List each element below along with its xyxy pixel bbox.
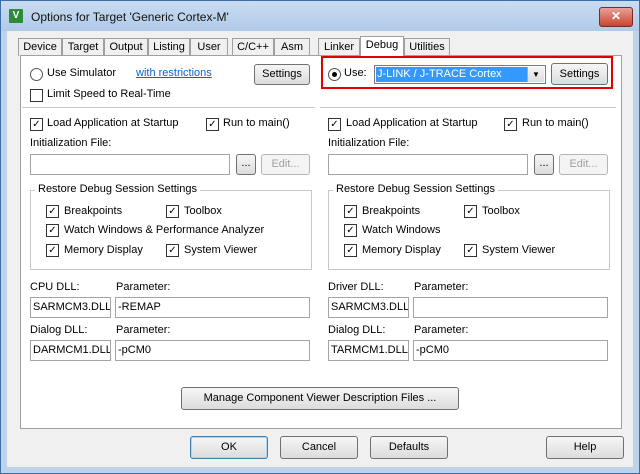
load-app-checkbox[interactable]: ✓ (30, 118, 43, 131)
debugger-select[interactable]: J-LINK / J-TRACE Cortex ▼ (374, 65, 546, 84)
check-icon: ✓ (168, 206, 177, 217)
dialog-param-input[interactable]: -pCM0 (413, 340, 608, 361)
breakpoints-label: Breakpoints (64, 205, 123, 217)
system-viewer-label: System Viewer (482, 244, 556, 256)
use-label: Use: (344, 67, 367, 79)
driver-param-label: Parameter: (414, 281, 469, 293)
limit-speed-checkbox[interactable] (30, 89, 43, 102)
defaults-button[interactable]: Defaults (370, 436, 448, 459)
separator (22, 107, 315, 108)
breakpoints-checkbox[interactable]: ✓ (46, 205, 59, 218)
driver-param-input[interactable] (413, 297, 608, 318)
driver-dll-input[interactable]: SARMCM3.DLL (328, 297, 409, 318)
memory-display-checkbox[interactable]: ✓ (46, 244, 59, 257)
restore-group-title: Restore Debug Session Settings (35, 183, 200, 195)
limit-speed-label: Limit Speed to Real-Time (47, 88, 171, 100)
separator (320, 107, 616, 108)
chevron-down-icon[interactable]: ▼ (527, 67, 544, 82)
cpu-dll-input[interactable]: SARMCM3.DLL (30, 297, 111, 318)
check-icon: ✓ (32, 119, 41, 130)
memory-display-label: Memory Display (362, 244, 441, 256)
dialog-dll-input[interactable]: DARMCM1.DLL (30, 340, 111, 361)
run-to-main-label: Run to main() (522, 117, 589, 129)
check-icon: ✓ (506, 119, 515, 130)
toolbox-checkbox[interactable]: ✓ (166, 205, 179, 218)
init-file-browse-button[interactable]: ... (534, 154, 554, 175)
check-icon: ✓ (346, 206, 355, 217)
check-icon: ✓ (466, 206, 475, 217)
run-to-main-checkbox[interactable]: ✓ (504, 118, 517, 131)
system-viewer-checkbox[interactable]: ✓ (166, 244, 179, 257)
init-file-label: Initialization File: (328, 137, 410, 149)
watch-windows-label: Watch Windows & Performance Analyzer (64, 224, 265, 236)
system-viewer-checkbox[interactable]: ✓ (464, 244, 477, 257)
memory-display-checkbox[interactable]: ✓ (344, 244, 357, 257)
dialog-dll-label: Dialog DLL: (328, 324, 386, 336)
debugger-selected-value: J-LINK / J-TRACE Cortex (376, 67, 528, 82)
dialog-dll-input[interactable]: TARMCM1.DLL (328, 340, 409, 361)
use-simulator-radio[interactable] (30, 68, 43, 81)
init-file-input[interactable] (328, 154, 528, 175)
load-app-checkbox[interactable]: ✓ (328, 118, 341, 131)
dialog-param-input[interactable]: -pCM0 (115, 340, 310, 361)
toolbox-checkbox[interactable]: ✓ (464, 205, 477, 218)
debugger-settings-button[interactable]: Settings (551, 63, 608, 85)
ok-button[interactable]: OK (190, 436, 268, 459)
radio-selected-dot (332, 72, 337, 77)
watch-windows-checkbox[interactable]: ✓ (344, 224, 357, 237)
toolbox-label: Toolbox (482, 205, 520, 217)
init-file-edit-button[interactable]: Edit... (261, 154, 310, 175)
with-restrictions-link[interactable]: with restrictions (136, 67, 212, 79)
cpu-dll-label: CPU DLL: (30, 281, 80, 293)
check-icon: ✓ (208, 119, 217, 130)
breakpoints-checkbox[interactable]: ✓ (344, 205, 357, 218)
check-icon: ✓ (466, 245, 475, 256)
use-simulator-label: Use Simulator (47, 67, 117, 79)
run-to-main-label: Run to main() (223, 117, 290, 129)
check-icon: ✓ (168, 245, 177, 256)
watch-windows-checkbox[interactable]: ✓ (46, 224, 59, 237)
system-viewer-label: System Viewer (184, 244, 258, 256)
memory-display-label: Memory Display (64, 244, 143, 256)
check-icon: ✓ (48, 206, 57, 217)
manage-component-viewer-button[interactable]: Manage Component Viewer Description File… (181, 387, 459, 410)
use-debugger-radio[interactable] (328, 68, 341, 81)
check-icon: ✓ (48, 225, 57, 236)
init-file-label: Initialization File: (30, 137, 112, 149)
simulator-settings-button[interactable]: Settings (254, 64, 310, 85)
cpu-param-input[interactable]: -REMAP (115, 297, 310, 318)
init-file-browse-button[interactable]: ... (236, 154, 256, 175)
restore-group-title: Restore Debug Session Settings (333, 183, 498, 195)
dialog-dll-label: Dialog DLL: (30, 324, 88, 336)
driver-dll-label: Driver DLL: (328, 281, 384, 293)
cpu-param-label: Parameter: (116, 281, 171, 293)
breakpoints-label: Breakpoints (362, 205, 421, 217)
check-icon: ✓ (330, 119, 339, 130)
watch-windows-label: Watch Windows (362, 224, 441, 236)
dialog-param-label: Parameter: (414, 324, 469, 336)
run-to-main-checkbox[interactable]: ✓ (206, 118, 219, 131)
check-icon: ✓ (346, 225, 355, 236)
check-icon: ✓ (48, 245, 57, 256)
load-app-label: Load Application at Startup (346, 117, 478, 129)
check-icon: ✓ (346, 245, 355, 256)
dialog-param-label: Parameter: (116, 324, 171, 336)
load-app-label: Load Application at Startup (47, 117, 179, 129)
cancel-button[interactable]: Cancel (280, 436, 358, 459)
init-file-edit-button[interactable]: Edit... (559, 154, 608, 175)
init-file-input[interactable] (30, 154, 230, 175)
toolbox-label: Toolbox (184, 205, 222, 217)
help-button[interactable]: Help (546, 436, 624, 459)
